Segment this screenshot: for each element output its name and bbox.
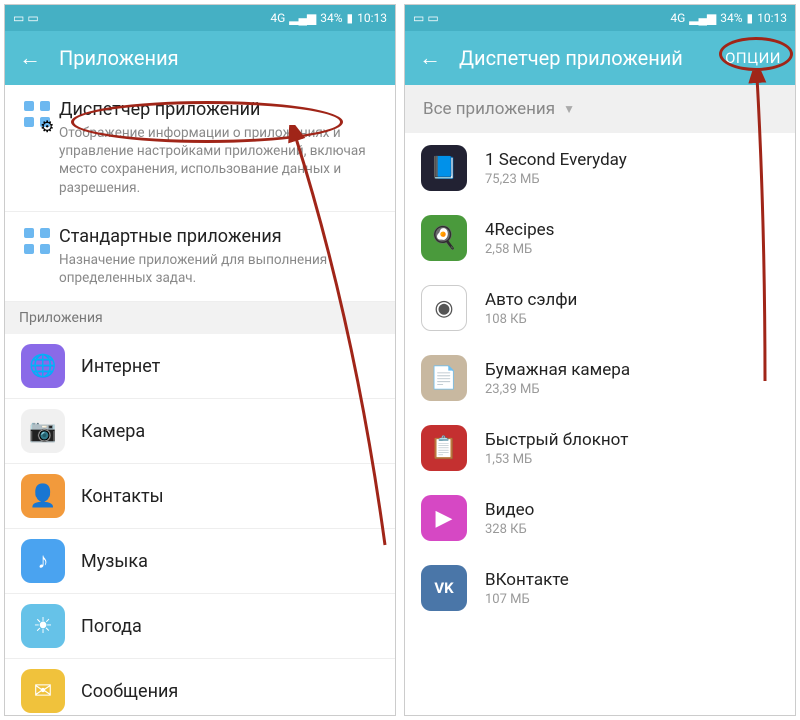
- pref-subtitle: Назначение приложений для выполнения опр…: [59, 251, 379, 287]
- app-icon: 📷: [21, 409, 65, 453]
- filter-label: Все приложения: [423, 99, 555, 119]
- app-icon: ▶: [421, 495, 467, 541]
- status-bar: ▭ ▭ 4G ▂▄▆ 34% ▮ 10:13: [5, 5, 395, 31]
- app-icon: ◉: [421, 285, 467, 331]
- app-row[interactable]: 👤 Контакты: [5, 464, 395, 529]
- content-right: Все приложения ▼ 📘 1 Second Everyday 75,23…: [405, 85, 795, 715]
- app-icon: VK: [421, 565, 467, 611]
- clock: 10:13: [757, 11, 787, 25]
- sim-icon: ▭ ▭: [13, 11, 39, 25]
- app-name: Быстрый блокнот: [485, 430, 628, 450]
- signal-icon: ▂▄▆: [289, 11, 316, 25]
- back-button[interactable]: ←: [19, 45, 41, 71]
- battery-icon: ▮: [347, 11, 354, 25]
- back-button[interactable]: ←: [419, 45, 441, 71]
- app-row[interactable]: 🍳 4Recipes 2,58 МБ: [405, 203, 795, 273]
- app-row[interactable]: 📘 1 Second Everyday 75,23 МБ: [405, 133, 795, 203]
- network-indicator: 4G: [270, 11, 285, 25]
- app-icon: ✉: [21, 669, 65, 713]
- app-row[interactable]: 📷 Камера: [5, 399, 395, 464]
- page-title: Приложения: [59, 46, 381, 70]
- app-name: 4Recipes: [485, 220, 554, 240]
- network-indicator: 4G: [670, 11, 685, 25]
- section-header-apps: Приложения: [5, 302, 395, 334]
- app-icon: 📋: [421, 425, 467, 471]
- app-name: 1 Second Everyday: [485, 150, 627, 170]
- battery-indicator: 34%: [320, 11, 342, 25]
- sim-icon: ▭ ▭: [413, 11, 439, 25]
- signal-icon: ▂▄▆: [689, 11, 716, 25]
- app-row[interactable]: ✉ Сообщения: [5, 659, 395, 715]
- pref-title: Стандартные приложения: [59, 226, 379, 247]
- app-label: Интернет: [81, 356, 160, 377]
- app-name: Авто сэлфи: [485, 290, 577, 310]
- app-icon: 👤: [21, 474, 65, 518]
- app-icon: 🌐: [21, 344, 65, 388]
- page-title: Диспетчер приложений: [459, 46, 725, 70]
- content-left: ⚙ Диспетчер приложений Отображение инфор…: [5, 85, 395, 715]
- grid-gear-icon: ⚙: [24, 101, 50, 127]
- app-size: 2,58 МБ: [485, 242, 554, 257]
- app-row[interactable]: 📋 Быстрый блокнот 1,53 МБ: [405, 413, 795, 483]
- app-row[interactable]: ♪ Музыка: [5, 529, 395, 594]
- action-bar: ← Диспетчер приложений ОПЦИИ: [405, 31, 795, 85]
- options-button[interactable]: ОПЦИИ: [725, 49, 781, 67]
- filter-dropdown[interactable]: Все приложения ▼: [405, 85, 795, 133]
- app-row[interactable]: 🌐 Интернет: [5, 334, 395, 399]
- app-label: Контакты: [81, 486, 164, 507]
- app-size: 328 КБ: [485, 522, 534, 537]
- action-bar: ← Приложения: [5, 31, 395, 85]
- app-icon: 📘: [421, 145, 467, 191]
- status-bar: ▭ ▭ 4G ▂▄▆ 34% ▮ 10:13: [405, 5, 795, 31]
- app-name: ВКонтакте: [485, 570, 569, 590]
- app-row[interactable]: ☀ Погода: [5, 594, 395, 659]
- app-icon: 🍳: [421, 215, 467, 261]
- app-name: Бумажная камера: [485, 360, 630, 380]
- app-size: 23,39 МБ: [485, 382, 630, 397]
- chevron-down-icon: ▼: [563, 102, 575, 116]
- clock: 10:13: [357, 11, 387, 25]
- app-row[interactable]: ◉ Авто сэлфи 108 КБ: [405, 273, 795, 343]
- app-size: 107 МБ: [485, 592, 569, 607]
- app-name: Видео: [485, 500, 534, 520]
- phone-left: ▭ ▭ 4G ▂▄▆ 34% ▮ 10:13 ← Приложения ⚙ Ди…: [4, 4, 396, 716]
- app-label: Сообщения: [81, 681, 178, 702]
- app-label: Погода: [81, 616, 142, 637]
- app-icon: ☀: [21, 604, 65, 648]
- pref-app-manager[interactable]: ⚙ Диспетчер приложений Отображение инфор…: [5, 85, 395, 212]
- app-row[interactable]: ▶ Видео 328 КБ: [405, 483, 795, 553]
- app-label: Музыка: [81, 551, 148, 572]
- pref-subtitle: Отображение информации о приложениях и у…: [59, 124, 379, 197]
- grid-icon: [24, 228, 50, 254]
- battery-icon: ▮: [747, 11, 754, 25]
- app-size: 1,53 МБ: [485, 452, 628, 467]
- app-row[interactable]: 📄 Бумажная камера 23,39 МБ: [405, 343, 795, 413]
- battery-indicator: 34%: [720, 11, 742, 25]
- pref-default-apps[interactable]: Стандартные приложения Назначение прилож…: [5, 212, 395, 302]
- app-size: 75,23 МБ: [485, 172, 627, 187]
- app-row[interactable]: VK ВКонтакте 107 МБ: [405, 553, 795, 623]
- app-icon: ♪: [21, 539, 65, 583]
- app-size: 108 КБ: [485, 312, 577, 327]
- app-icon: 📄: [421, 355, 467, 401]
- phone-right: ▭ ▭ 4G ▂▄▆ 34% ▮ 10:13 ← Диспетчер прило…: [404, 4, 796, 716]
- pref-title: Диспетчер приложений: [59, 99, 379, 120]
- app-label: Камера: [81, 421, 145, 442]
